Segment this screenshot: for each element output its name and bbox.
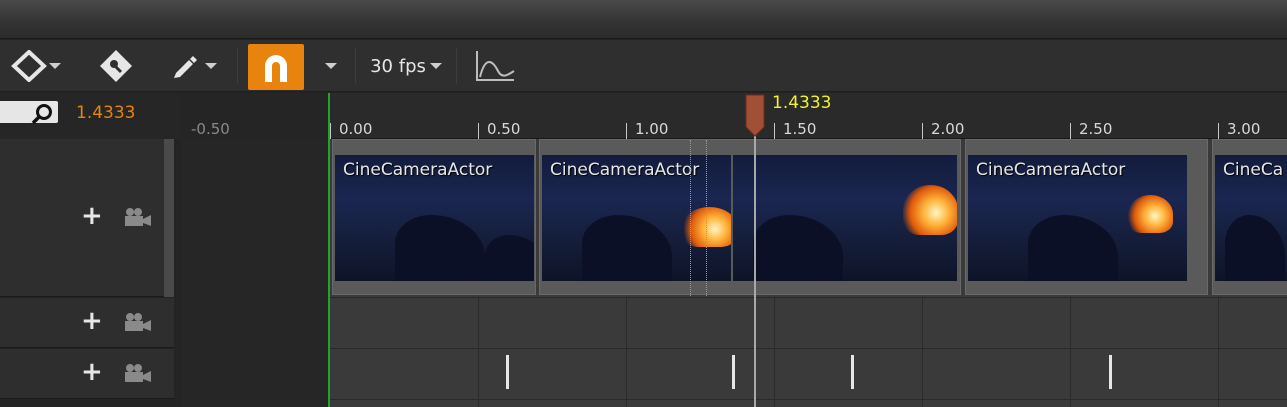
camera-icon[interactable] bbox=[124, 363, 152, 383]
time-ruler[interactable]: -0.50 0.00 0.50 1.00 1.50 2.00 2.50 3.00 bbox=[181, 93, 1287, 139]
shot-label: CineCameraActor bbox=[550, 160, 700, 180]
search-icon bbox=[31, 104, 52, 125]
tick-label: 0.00 bbox=[339, 120, 373, 138]
playback-range-start[interactable] bbox=[328, 93, 330, 407]
shot-label: CineCameraActor bbox=[976, 160, 1126, 180]
camera-shot-section[interactable]: CineCameraActor bbox=[965, 139, 1208, 295]
row-divider bbox=[330, 399, 1287, 400]
shot-label: CineCameraActor bbox=[343, 160, 493, 180]
add-key-button[interactable] bbox=[4, 40, 68, 92]
tick-mark bbox=[626, 123, 627, 139]
tick-mark bbox=[1218, 123, 1219, 139]
current-time-readout[interactable]: 1.4333 bbox=[76, 103, 135, 123]
track-filter-row: 1.4333 bbox=[0, 93, 181, 139]
tick-label: 0.50 bbox=[487, 120, 521, 138]
playhead-line bbox=[754, 135, 756, 407]
search-input[interactable] bbox=[0, 101, 58, 125]
transform-key-icon bbox=[100, 50, 132, 82]
row-divider bbox=[330, 297, 1287, 298]
toolbar-divider bbox=[237, 48, 238, 84]
tick-label: -0.50 bbox=[191, 120, 230, 138]
playhead-handle[interactable] bbox=[744, 93, 766, 137]
camera-shot-section[interactable]: CineCameraActor bbox=[539, 139, 961, 296]
tick-label: 3.00 bbox=[1227, 120, 1261, 138]
row-divider bbox=[330, 348, 1287, 349]
title-bar bbox=[0, 0, 1287, 39]
track-resize-handle[interactable] bbox=[164, 139, 174, 297]
toolbar-divider bbox=[355, 48, 356, 84]
keyframe[interactable] bbox=[732, 355, 735, 389]
pencil-icon bbox=[174, 56, 197, 78]
tick-label: 2.00 bbox=[931, 120, 965, 138]
shot-thumbnail bbox=[733, 155, 957, 281]
camera-icon[interactable] bbox=[124, 312, 152, 332]
camera-shot-section[interactable]: CineCameraActor bbox=[332, 139, 536, 295]
sequencer-toolbar: 30 fps bbox=[0, 40, 1287, 92]
pre-roll-area bbox=[181, 139, 328, 407]
tick-label: 1.00 bbox=[635, 120, 669, 138]
grid-line bbox=[626, 297, 627, 407]
tick-mark bbox=[922, 123, 923, 139]
magnet-icon bbox=[265, 55, 287, 82]
tick-mark bbox=[774, 123, 775, 139]
grid-line bbox=[922, 297, 923, 407]
plus-icon[interactable]: + bbox=[81, 359, 103, 385]
curve-editor-button[interactable] bbox=[470, 40, 520, 92]
keyframe[interactable] bbox=[506, 355, 509, 389]
section-marker bbox=[690, 140, 691, 296]
plus-icon[interactable]: + bbox=[81, 308, 103, 334]
track-row[interactable]: + bbox=[0, 139, 174, 297]
snap-toggle-button[interactable] bbox=[248, 44, 304, 90]
chevron-down-icon bbox=[49, 63, 61, 69]
snap-options-dropdown[interactable] bbox=[312, 40, 350, 92]
keyframe[interactable] bbox=[1109, 355, 1112, 389]
key-diamond-icon bbox=[11, 50, 47, 82]
track-list: + + + bbox=[0, 139, 181, 407]
chevron-down-icon bbox=[325, 63, 337, 69]
shot-label: CineCa bbox=[1223, 160, 1284, 180]
chevron-down-icon bbox=[205, 63, 217, 69]
tick-label: 1.50 bbox=[783, 120, 817, 138]
tick-mark bbox=[1070, 123, 1071, 139]
plus-icon[interactable]: + bbox=[81, 203, 103, 229]
tick-mark bbox=[330, 123, 331, 139]
grid-line bbox=[1218, 297, 1219, 407]
transform-key-button[interactable] bbox=[92, 40, 140, 92]
playhead-time-label: 1.4333 bbox=[772, 93, 832, 113]
tick-mark bbox=[478, 123, 479, 139]
curve-icon bbox=[476, 51, 515, 81]
camera-icon[interactable] bbox=[124, 207, 152, 227]
camera-shot-section[interactable]: CineCa bbox=[1212, 139, 1287, 295]
edit-mode-button[interactable] bbox=[160, 40, 226, 92]
track-row[interactable]: + bbox=[0, 349, 174, 399]
section-marker bbox=[706, 140, 707, 296]
grid-line bbox=[478, 297, 479, 407]
fps-dropdown[interactable]: 30 fps bbox=[360, 40, 452, 92]
grid-line bbox=[1070, 297, 1071, 407]
tick-label: 2.50 bbox=[1079, 120, 1113, 138]
track-row[interactable]: + bbox=[0, 298, 174, 348]
fps-label: 30 fps bbox=[370, 55, 426, 77]
grid-line bbox=[774, 297, 775, 407]
keyframe[interactable] bbox=[851, 355, 854, 389]
chevron-down-icon bbox=[429, 63, 442, 69]
toolbar-divider bbox=[456, 48, 457, 84]
